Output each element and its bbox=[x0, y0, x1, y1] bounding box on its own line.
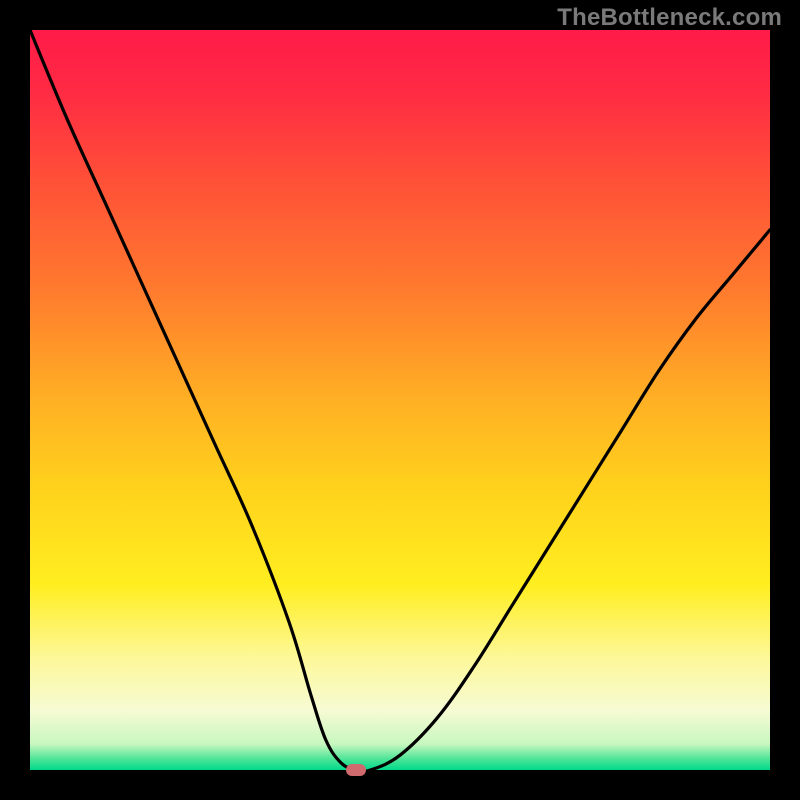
bottleneck-curve bbox=[30, 30, 770, 770]
chart-frame: TheBottleneck.com bbox=[0, 0, 800, 800]
optimum-marker bbox=[346, 764, 366, 776]
watermark-text: TheBottleneck.com bbox=[557, 4, 782, 32]
curve-plot bbox=[30, 30, 770, 770]
